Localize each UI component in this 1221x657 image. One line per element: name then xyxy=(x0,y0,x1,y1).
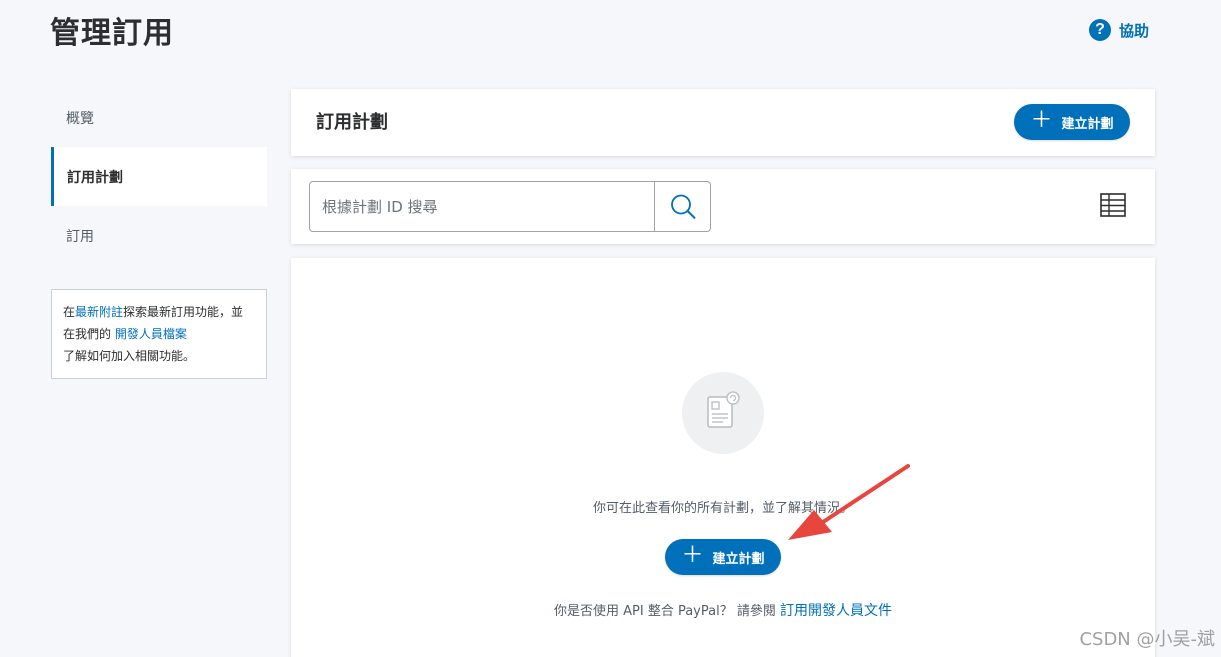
sidebar-item-subscriptions[interactable]: 訂用 xyxy=(51,206,267,265)
search-button[interactable] xyxy=(654,182,710,231)
release-notes-notice: 在最新附註探索最新訂用功能，並在我們的 開發人員檔案 了解如何加入相關功能。 xyxy=(51,289,267,379)
search-box xyxy=(309,181,711,232)
plans-header-card: 訂用計劃 ＋ 建立計劃 xyxy=(291,89,1155,156)
plus-icon: ＋ xyxy=(1030,108,1053,133)
api-docs-text: 你是否使用 API 整合 PayPal？ 請參閱 xyxy=(554,604,780,619)
plans-list-card: 你可在此查看你的所有計劃，並了解其情況。 ＋ 建立計劃 你是否使用 API 整合… xyxy=(291,258,1155,657)
document-icon xyxy=(682,372,764,454)
watermark: CSDN @小吴-斌 xyxy=(1079,629,1215,650)
release-notes-link[interactable]: 最新附註 xyxy=(75,305,123,319)
developer-docs-link[interactable]: 開發人員檔案 xyxy=(115,327,187,341)
help-icon: ? xyxy=(1089,19,1111,41)
create-plan-label: 建立計劃 xyxy=(1061,116,1114,132)
plans-card-title: 訂用計劃 xyxy=(316,112,388,133)
api-docs-line: 你是否使用 API 整合 PayPal？ 請參閱 訂用開發人員文件 xyxy=(291,600,1155,620)
create-plan-button-empty[interactable]: ＋ 建立計劃 xyxy=(665,539,781,575)
table-view-icon xyxy=(1100,193,1126,217)
sidebar-item-plans[interactable]: 訂用計劃 xyxy=(51,147,267,206)
search-icon xyxy=(670,194,695,219)
create-plan-label: 建立計劃 xyxy=(712,551,765,567)
subscription-dev-docs-link[interactable]: 訂用開發人員文件 xyxy=(780,603,892,619)
help-link[interactable]: ? 協助 xyxy=(1089,19,1149,41)
page-title: 管理訂用 xyxy=(50,16,174,51)
notice-prefix: 在 xyxy=(63,305,76,319)
plus-icon: ＋ xyxy=(681,543,704,568)
sidebar: 概覽 訂用計劃 訂用 xyxy=(51,88,267,265)
plan-id-search-input[interactable] xyxy=(310,182,654,231)
notice-suffix: 了解如何加入相關功能。 xyxy=(63,349,196,363)
empty-state-message: 你可在此查看你的所有計劃，並了解其情況。 xyxy=(592,501,853,516)
table-view-button[interactable] xyxy=(1099,191,1127,219)
help-label: 協助 xyxy=(1119,21,1150,40)
search-card xyxy=(291,169,1155,244)
sidebar-item-overview[interactable]: 概覽 xyxy=(51,88,267,147)
create-plan-button[interactable]: ＋ 建立計劃 xyxy=(1014,104,1130,140)
